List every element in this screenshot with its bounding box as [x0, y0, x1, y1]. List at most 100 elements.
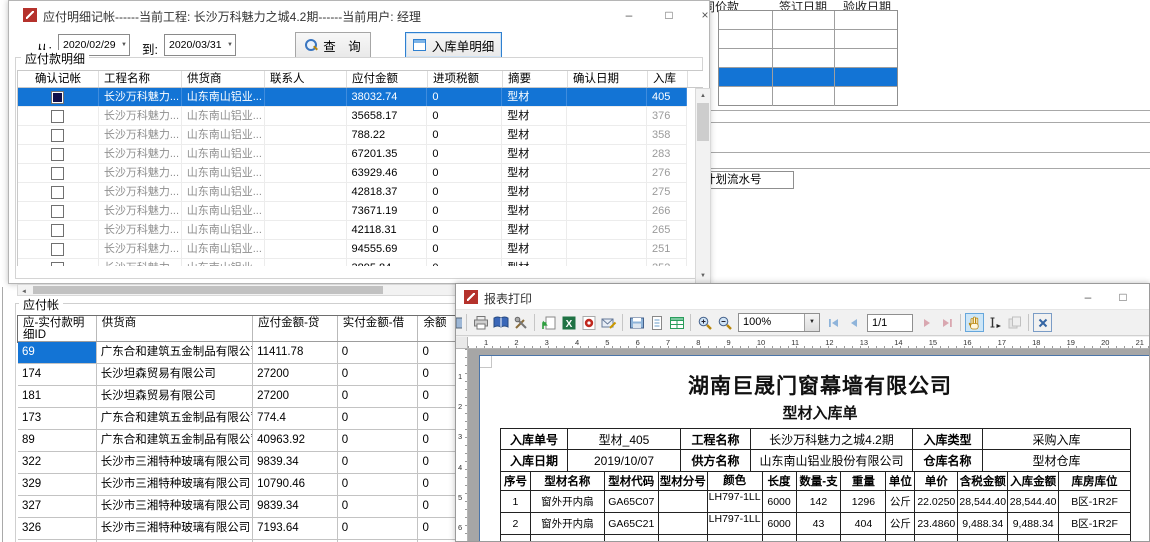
bg-empty-table	[718, 10, 898, 106]
table-row[interactable]: 长沙万科魅力... 山东南山铝业... 67201.35 0 型材 283	[18, 145, 687, 164]
query-button[interactable]: 查 询	[295, 32, 371, 58]
table-row[interactable]: 长沙万科魅力... 山东南山铝业... 38032.74 0 型材 405	[18, 88, 687, 107]
checkbox[interactable]	[51, 224, 64, 237]
checkbox[interactable]	[51, 262, 64, 267]
col-header-confirm[interactable]: 确认记帐	[18, 71, 99, 87]
export-icon[interactable]	[539, 313, 558, 332]
scroll-up-icon[interactable]: ▲	[696, 91, 710, 101]
report-detail-table: 序号 型材名称 型材代码 型材分号 颜色 长度 数量-支 重量 单位 单价 含税…	[500, 471, 1131, 542]
print-icon[interactable]	[471, 313, 490, 332]
col-header-confirm-date[interactable]: 确认日期	[568, 71, 648, 87]
book-icon[interactable]	[491, 313, 510, 332]
search-icon	[305, 39, 317, 51]
report-detail-row: 2 窗外开内扇 GA65C21 LH797-1LL 6000 43 404 公斤…	[501, 513, 1130, 535]
chevron-down-icon: ▼	[121, 35, 127, 55]
table-row[interactable]: 长沙万科魅力... 山东南山铝业... 42118.31 0 型材 265	[18, 221, 687, 240]
table-row[interactable]: 长沙万科魅力... 山东南山铝业... 73671.19 0 型材 266	[18, 202, 687, 221]
text-select-tool-icon[interactable]	[985, 313, 1004, 332]
vertical-scrollbar[interactable]: ▲ ▼	[695, 88, 711, 284]
w3-titlebar[interactable]: 报表打印 – □ ×	[456, 284, 1149, 310]
w1-title: 应付明细记帐------当前工程: 长沙万科魅力之城4.2期------当前用户…	[43, 8, 421, 25]
copy-pages-icon[interactable]	[1005, 313, 1024, 332]
inbound-detail-button[interactable]: 入库单明细	[405, 32, 502, 58]
col-header-supplier[interactable]: 供货商	[97, 316, 253, 341]
first-page-icon[interactable]	[824, 313, 843, 332]
mail-export-icon[interactable]	[599, 313, 618, 332]
report-print-window: 报表打印 – □ × X	[455, 283, 1150, 542]
scrollbar-thumb[interactable]	[33, 286, 383, 294]
pdf-export-icon[interactable]	[579, 313, 598, 332]
screen: 同价款 签订日期 验收日期 计划流水号 应付明细记帐------当前工程: 长沙…	[0, 0, 1150, 542]
report-info-row: 入库单号 型材_405 工程名称 长沙万科魅力之城4.2期 入库类型 采购入库	[501, 429, 1130, 450]
close-button[interactable]: ×	[1142, 286, 1150, 307]
next-page-icon[interactable]	[917, 313, 936, 332]
checkbox[interactable]	[51, 110, 64, 123]
report-form-title: 型材入库单	[480, 402, 1150, 423]
table-row[interactable]: 长沙万科魅力... 山东南山铝业... 788.22 0 型材 358	[18, 126, 687, 145]
scroll-down-icon[interactable]: ▼	[696, 271, 710, 281]
maximize-button[interactable]: □	[655, 4, 683, 25]
page-indicator-input[interactable]: 1/1	[867, 314, 913, 332]
table-row[interactable]: 长沙万科魅力... 山东南山铝业... 35658.17 0 型材 376	[18, 107, 687, 126]
vertical-ruler: 123456	[456, 349, 468, 542]
col-header-contact[interactable]: 联系人	[265, 71, 347, 87]
col-header-credit[interactable]: 应付金额-贷	[253, 316, 338, 341]
scroll-left-icon[interactable]: ◄	[21, 287, 27, 297]
report-toolbar: X 1	[456, 310, 1150, 336]
plan-serial-label: 计划流水号	[706, 171, 794, 189]
col-header-debit[interactable]: 实付金额-借	[338, 316, 419, 341]
checkbox[interactable]	[51, 129, 64, 142]
report-company-name: 湖南巨晟门窗幕墙有限公司	[480, 370, 1150, 400]
report-page[interactable]: 湖南巨晟门窗幕墙有限公司 型材入库单 入库单号 型材_405 工程名称 长沙万科…	[479, 355, 1150, 542]
single-page-icon[interactable]	[647, 313, 666, 332]
w1-table-header: 确认记帐 工程名称 供货商 联系人 应付金额 进项税额 摘要 确认日期 入库	[17, 70, 703, 88]
vertical-ruler-numbers: 123456	[458, 372, 462, 532]
checkbox[interactable]	[51, 91, 64, 104]
table-row[interactable]: 长沙万科魅力... 山东南山铝业... 63929.46 0 型材 276	[18, 164, 687, 183]
minimize-button[interactable]: –	[615, 4, 643, 25]
col-header-detail-id[interactable]: 应-实付款明细ID	[18, 316, 97, 341]
table-row[interactable]: 长沙万科魅力... 山东南山铝业... 42818.37 0 型材 275	[18, 183, 687, 202]
table-row[interactable]: 长沙万科魅力... 山东南山铝业... 94555.69 0 型材 251	[18, 240, 687, 259]
w2-group-label: 应付帐	[19, 296, 63, 313]
horizontal-ruler: 123456789101112131415161718192021	[468, 337, 1150, 349]
checkbox[interactable]	[51, 205, 64, 218]
horizontal-ruler-numbers: 123456789101112131415161718192021	[484, 338, 1144, 347]
clipped-toolbar-icon[interactable]	[455, 313, 462, 332]
col-header-summary[interactable]: 摘要	[503, 71, 568, 87]
col-header-inbound[interactable]: 入库	[648, 71, 688, 87]
app-icon	[23, 8, 37, 22]
last-page-icon[interactable]	[937, 313, 956, 332]
report-detail-row	[501, 535, 1130, 542]
col-header-project[interactable]: 工程名称	[99, 71, 182, 87]
checkbox[interactable]	[51, 167, 64, 180]
close-preview-icon[interactable]	[1033, 313, 1052, 332]
multi-page-icon[interactable]	[667, 313, 686, 332]
to-date-combo[interactable]: 2020/03/31 ▼	[164, 34, 236, 56]
checkbox[interactable]	[51, 243, 64, 256]
zoom-in-icon[interactable]	[695, 313, 714, 332]
table-row[interactable]: 长沙万科魅力... 山东南山铝业... 3895.84 0 型材 252	[18, 259, 687, 266]
col-header-amount[interactable]: 应付金额	[347, 71, 428, 87]
zoom-level-combo[interactable]: 100% ▼	[738, 313, 820, 332]
maximize-button[interactable]: □	[1109, 286, 1137, 307]
col-header-supplier[interactable]: 供货商	[182, 71, 265, 87]
previous-page-icon[interactable]	[844, 313, 863, 332]
save-icon[interactable]	[627, 313, 646, 332]
checkbox[interactable]	[51, 148, 64, 161]
w1-titlebar[interactable]: 应付明细记帐------当前工程: 长沙万科魅力之城4.2期------当前用户…	[9, 1, 709, 29]
w3-title: 报表打印	[484, 290, 532, 307]
col-header-tax[interactable]: 进项税额	[428, 71, 503, 87]
print-preview-canvas[interactable]: 湖南巨晟门窗幕墙有限公司 型材入库单 入库单号 型材_405 工程名称 长沙万科…	[468, 349, 1150, 542]
hand-pan-tool-icon[interactable]	[965, 313, 984, 332]
close-button[interactable]: ×	[691, 4, 719, 25]
page-corner-marker	[480, 356, 492, 368]
w1-group-label: 应付款明细	[21, 50, 89, 67]
report-detail-body: 1 窗外开内扇 GA65C07 LH797-1LL 6000 142 1296 …	[501, 491, 1130, 542]
excel-export-icon[interactable]: X	[559, 313, 578, 332]
checkbox[interactable]	[51, 186, 64, 199]
scrollbar-thumb[interactable]	[697, 103, 709, 141]
settings-tools-icon[interactable]	[511, 313, 530, 332]
zoom-out-icon[interactable]	[715, 313, 734, 332]
minimize-button[interactable]: –	[1074, 286, 1102, 307]
